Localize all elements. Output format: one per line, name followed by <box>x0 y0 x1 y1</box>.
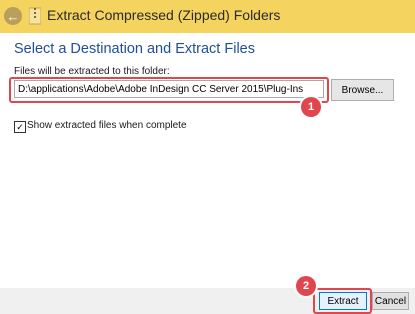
step-2-badge: 2 <box>296 276 316 296</box>
dialog-heading: Select a Destination and Extract Files <box>14 41 255 57</box>
zip-folder-icon <box>29 7 41 25</box>
cancel-button[interactable]: Cancel <box>372 292 409 310</box>
extract-button[interactable]: Extract <box>319 292 367 310</box>
window-title: Extract Compressed (Zipped) Folders <box>47 7 281 23</box>
show-files-label: Show extracted files when complete <box>27 120 187 131</box>
destination-label: Files will be extracted to this folder: <box>14 66 170 77</box>
arrow-left-icon: ← <box>6 8 20 24</box>
browse-button[interactable]: Browse... <box>331 79 394 101</box>
show-files-checkbox[interactable]: ✓ <box>14 121 26 133</box>
destination-path-input[interactable] <box>14 80 324 98</box>
title-bar: ← Extract Compressed (Zipped) Folders <box>0 0 415 33</box>
back-button[interactable]: ← <box>4 7 22 25</box>
checkmark-icon: ✓ <box>16 121 24 132</box>
step-1-badge: 1 <box>301 97 321 117</box>
